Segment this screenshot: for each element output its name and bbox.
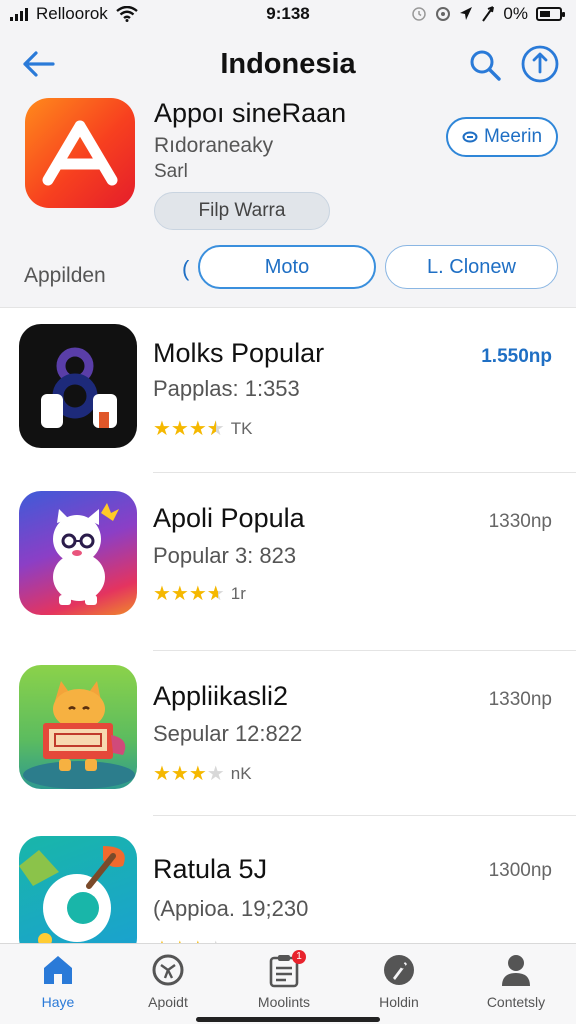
app-subtitle: Popular 3: 823 bbox=[153, 543, 297, 568]
link-icon bbox=[462, 131, 478, 143]
tab-updates[interactable]: 1 Moolints bbox=[234, 950, 334, 1010]
location-arrow-icon bbox=[482, 6, 495, 22]
section-label: Appilden bbox=[24, 264, 106, 287]
apps-icon bbox=[152, 954, 184, 986]
app-price[interactable]: 1300np bbox=[489, 860, 552, 882]
star-rating: ★★★★ bbox=[153, 936, 225, 943]
featured-app-developer: Rıdoraneaky bbox=[154, 134, 274, 157]
app-icon-4 bbox=[19, 836, 137, 943]
app-icon-2 bbox=[19, 491, 137, 615]
home-icon bbox=[44, 956, 72, 984]
rating-count: 1r bbox=[230, 583, 246, 603]
featured-app-icon[interactable] bbox=[25, 98, 135, 208]
filter-button[interactable]: Filp Warra bbox=[154, 192, 330, 230]
home-indicator bbox=[196, 1017, 380, 1022]
rotation-lock-icon bbox=[436, 7, 451, 21]
app-title: Apoli Popula bbox=[153, 503, 305, 533]
app-price[interactable]: 1330np bbox=[489, 689, 552, 711]
status-bar: Relloorok 9:138 0% bbox=[0, 0, 576, 28]
list-item[interactable]: Apoli Popula Popular 3: 823 ★★★★★ 1r 133… bbox=[0, 473, 576, 651]
featured-app-category: Sarl bbox=[154, 161, 188, 182]
list-item[interactable]: Appliikasli2 Sepular 12:822 ★★★★ nK 1330… bbox=[0, 651, 576, 816]
battery-percent: 0% bbox=[503, 4, 528, 23]
person-icon bbox=[502, 955, 530, 986]
carrier-label: Relloorok bbox=[36, 4, 108, 23]
tab-apps[interactable]: Apoidt bbox=[118, 952, 218, 1010]
tab-games[interactable]: Holdin bbox=[349, 952, 449, 1010]
app-list: Molks Popular Papplas: 1:353 ★★★★★ TK 1.… bbox=[0, 307, 576, 943]
battery-icon bbox=[536, 7, 565, 21]
search-icon[interactable] bbox=[468, 48, 502, 82]
location-icon bbox=[460, 7, 473, 20]
filter-button-label: Filp Warra bbox=[198, 200, 286, 221]
list-item[interactable]: Molks Popular Papplas: 1:353 ★★★★★ TK 1.… bbox=[0, 308, 576, 473]
rating-count: nK bbox=[230, 763, 252, 783]
app-title: Ratula 5J bbox=[153, 854, 268, 884]
rating-count: TK bbox=[230, 418, 253, 438]
star-rating: ★★★★★ 1r bbox=[153, 583, 246, 605]
rocket-icon bbox=[384, 955, 414, 985]
tab-label: Haye bbox=[41, 994, 75, 1010]
app-subtitle: Papplas: 1:353 bbox=[153, 376, 300, 401]
segment-tab-2-label: L. Clonew bbox=[427, 255, 516, 278]
notification-badge: 1 bbox=[292, 950, 306, 964]
app-subtitle: Sepular 12:822 bbox=[153, 721, 303, 746]
app-price[interactable]: 1330np bbox=[489, 511, 552, 533]
star-rating: ★★★★★ TK bbox=[153, 418, 253, 440]
status-time: 9:138 bbox=[266, 4, 310, 23]
segment-tab-2[interactable]: L. Clonew bbox=[385, 245, 558, 289]
tab-profile[interactable]: Contetsly bbox=[466, 952, 566, 1010]
app-icon-3 bbox=[19, 665, 137, 789]
segment-tab-1-label: Moto bbox=[264, 255, 310, 278]
star-rating: ★★★★ nK bbox=[153, 763, 252, 785]
letter-a-logo-icon bbox=[42, 120, 118, 186]
app-title: Molks Popular bbox=[153, 338, 325, 368]
paint-logo-icon bbox=[19, 846, 125, 943]
tab-label: Holdin bbox=[379, 994, 419, 1010]
signal-icon bbox=[10, 7, 28, 21]
app-subtitle: (Appioa. 19;230 bbox=[153, 896, 309, 921]
share-icon[interactable] bbox=[520, 44, 560, 84]
tab-home[interactable]: Haye bbox=[8, 952, 108, 1010]
fox-mascot-icon bbox=[23, 681, 135, 789]
eight-logo-icon bbox=[41, 347, 117, 428]
featured-app-name: Appoı sineRaan bbox=[154, 98, 347, 128]
alarm-icon bbox=[412, 7, 427, 21]
tab-label: Moolints bbox=[257, 994, 311, 1010]
cat-mascot-icon bbox=[53, 503, 119, 605]
app-icon-1 bbox=[19, 324, 137, 448]
list-item[interactable]: Ratula 5J (Appioa. 19;230 ★★★★ 1300np bbox=[0, 816, 576, 943]
wifi-icon bbox=[116, 6, 138, 22]
tab-label: Contetsly bbox=[486, 994, 546, 1010]
featured-action-label: Meerin bbox=[483, 126, 543, 147]
segment-tab-1[interactable]: Moto bbox=[198, 245, 376, 289]
tab-bar: Haye Apoidt 1 Moolints Holdin Contetsly bbox=[0, 943, 576, 1024]
tab-label: Apoidt bbox=[148, 994, 188, 1010]
app-title: Appliikasli2 bbox=[153, 681, 289, 711]
featured-action-button[interactable]: Meerin bbox=[446, 117, 558, 157]
app-price[interactable]: 1.550np bbox=[481, 346, 552, 368]
nav-bar: Indonesia bbox=[0, 36, 576, 92]
